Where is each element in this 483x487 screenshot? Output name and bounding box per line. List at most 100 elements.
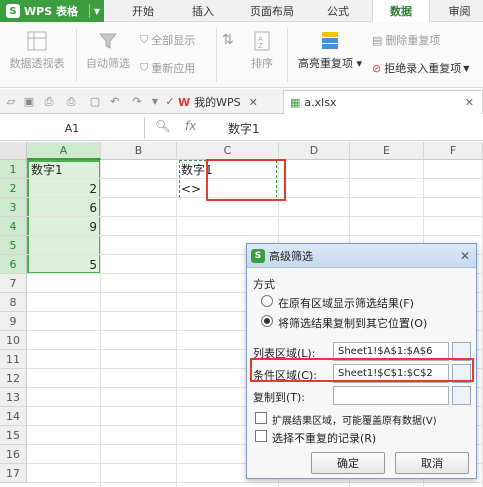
close-icon[interactable]: ✕: [465, 96, 474, 109]
select-all-corner[interactable]: [0, 142, 27, 160]
tab-home[interactable]: 开始: [118, 0, 168, 22]
row-header-13[interactable]: 13: [0, 388, 27, 407]
open-folder-icon[interactable]: ▱: [4, 95, 18, 108]
tab-my-wps[interactable]: W 我的WPS ✕: [178, 91, 280, 113]
column-header-d[interactable]: D: [279, 142, 350, 160]
option-copy-to-other-label: 将筛选结果复制到其它位置(O): [278, 317, 428, 330]
tab-page-layout[interactable]: 页面布局: [240, 0, 304, 22]
wps-w-icon: W: [178, 95, 191, 109]
column-header-b[interactable]: B: [101, 142, 177, 160]
row-header-6[interactable]: 6: [0, 255, 27, 274]
unique-records-label: 选择不重复的记录(R): [272, 432, 377, 445]
reject-duplicates-label: 拒绝录入重复项: [384, 62, 462, 75]
dialog-title-bar[interactable]: S 高级筛选 ✕: [247, 244, 476, 268]
cancel-button[interactable]: 取消: [395, 452, 469, 474]
row-header-15[interactable]: 15: [0, 426, 27, 445]
tab-insert[interactable]: 插入: [178, 0, 228, 22]
cell-a2[interactable]: 2: [31, 179, 97, 198]
sort-button[interactable]: AZ 排序: [244, 30, 280, 71]
remove-duplicates-label: 删除重复项: [385, 34, 441, 47]
funnel-small-icon: ⛉: [140, 33, 149, 46]
range-picker-icon[interactable]: [452, 386, 471, 405]
pivot-table-icon: [27, 31, 47, 51]
remove-duplicates-icon: ▤: [372, 33, 383, 47]
column-header-a[interactable]: A: [27, 142, 101, 160]
row-header-4[interactable]: 4: [0, 217, 27, 236]
chevron-down-icon[interactable]: ▼: [148, 95, 162, 108]
column-header-f[interactable]: F: [424, 142, 483, 160]
formula-input[interactable]: 数字1: [228, 120, 260, 137]
sort-ascending-button[interactable]: ⇅: [222, 32, 234, 48]
save-icon[interactable]: ▣: [22, 95, 36, 108]
cell-a3[interactable]: 6: [31, 198, 97, 217]
unique-records-checkbox[interactable]: [255, 430, 267, 442]
refresh-funnel-icon: ⛉: [140, 61, 149, 74]
redo-icon[interactable]: ↷: [130, 95, 144, 108]
show-all-label: 全部显示: [151, 34, 196, 47]
extend-results-checkbox[interactable]: [255, 412, 267, 424]
funnel-icon: [98, 33, 118, 49]
reapply-button[interactable]: ⛉ 重新应用: [140, 60, 195, 76]
ok-button[interactable]: 确定: [311, 452, 385, 474]
tab-file-a-xlsx[interactable]: ▦ a.xlsx ✕: [283, 90, 483, 114]
remove-duplicates-button[interactable]: ▤ 删除重复项: [372, 32, 440, 48]
column-header-e[interactable]: E: [350, 142, 424, 160]
pivot-table-button[interactable]: 数据透视表: [6, 30, 68, 71]
row-header-16[interactable]: 16: [0, 445, 27, 464]
app-title: WPS 表格: [24, 5, 78, 18]
show-all-button[interactable]: ⛉ 全部显示: [140, 32, 195, 48]
cell-a6[interactable]: 5: [31, 255, 97, 274]
wps-logo-icon: S: [6, 4, 20, 18]
chevron-down-icon: ▼: [463, 63, 470, 73]
criteria-highlight-box: [206, 159, 286, 201]
tab-formula[interactable]: 公式: [312, 0, 364, 22]
chevron-down-icon: ▼: [88, 4, 100, 18]
row-header-1[interactable]: 1: [0, 160, 27, 179]
row-header-12[interactable]: 12: [0, 369, 27, 388]
close-icon[interactable]: ✕: [249, 96, 258, 109]
highlight-duplicates-label: 高亮重复项 ▾: [297, 57, 363, 70]
highlight-duplicates-button[interactable]: 高亮重复项 ▾: [292, 30, 368, 71]
spreadsheet-window: S WPS 表格 ▼ 开始 插入 页面布局 公式 数据 审阅 数据透视表 自动筛…: [0, 0, 483, 487]
cell-a1[interactable]: 数字1: [31, 160, 97, 179]
autofilter-button[interactable]: 自动筛选: [82, 30, 134, 71]
radio-copy-to-other[interactable]: [261, 315, 273, 327]
reject-duplicates-button[interactable]: ⊘ 拒绝录入重复项 ▼: [372, 60, 469, 76]
app-menu-button[interactable]: S WPS 表格 ▼: [0, 0, 104, 22]
name-box[interactable]: A1: [0, 117, 145, 139]
reapply-label: 重新应用: [151, 62, 196, 75]
fx-icon[interactable]: fx: [185, 119, 196, 133]
row-header-7[interactable]: 7: [0, 274, 27, 293]
column-header-c[interactable]: C: [177, 142, 279, 160]
row-header-5[interactable]: 5: [0, 236, 27, 255]
file-tab-label: a.xlsx: [304, 96, 337, 109]
radio-show-in-place[interactable]: [261, 295, 273, 307]
cell-a4[interactable]: 9: [31, 217, 97, 236]
row-header-2[interactable]: 2: [0, 179, 27, 198]
print-preview-icon[interactable]: ⎙: [42, 95, 56, 108]
close-icon[interactable]: ✕: [460, 249, 470, 263]
preview-icon[interactable]: ▢: [88, 95, 102, 108]
row-header-10[interactable]: 10: [0, 331, 27, 350]
row-header-8[interactable]: 8: [0, 293, 27, 312]
copy-to-input[interactable]: [333, 386, 449, 405]
xlsx-file-icon: ▦: [290, 96, 301, 109]
undo-icon[interactable]: ↶: [108, 95, 122, 108]
row-header-11[interactable]: 11: [0, 350, 27, 369]
tab-review[interactable]: 审阅: [436, 0, 483, 22]
zoom-icon[interactable]: 🔍︎: [155, 119, 170, 133]
svg-text:Z: Z: [258, 42, 263, 50]
tab-data[interactable]: 数据: [372, 0, 430, 22]
print-icon[interactable]: ⎙: [64, 95, 78, 108]
option-show-in-place-label: 在原有区域显示筛选结果(F): [278, 297, 414, 310]
row-header-9[interactable]: 9: [0, 312, 27, 331]
row-header-3[interactable]: 3: [0, 198, 27, 217]
ribbon-separator: [76, 28, 77, 82]
ribbon-separator: [216, 28, 217, 82]
gridline: [27, 482, 483, 483]
row-header-14[interactable]: 14: [0, 407, 27, 426]
sort-az-icon: ⇅: [222, 32, 234, 48]
pin-icon[interactable]: ✓: [163, 95, 177, 108]
extend-results-label: 扩展结果区域，可能覆盖原有数据(V): [272, 416, 437, 427]
row-header-17[interactable]: 17: [0, 464, 27, 483]
